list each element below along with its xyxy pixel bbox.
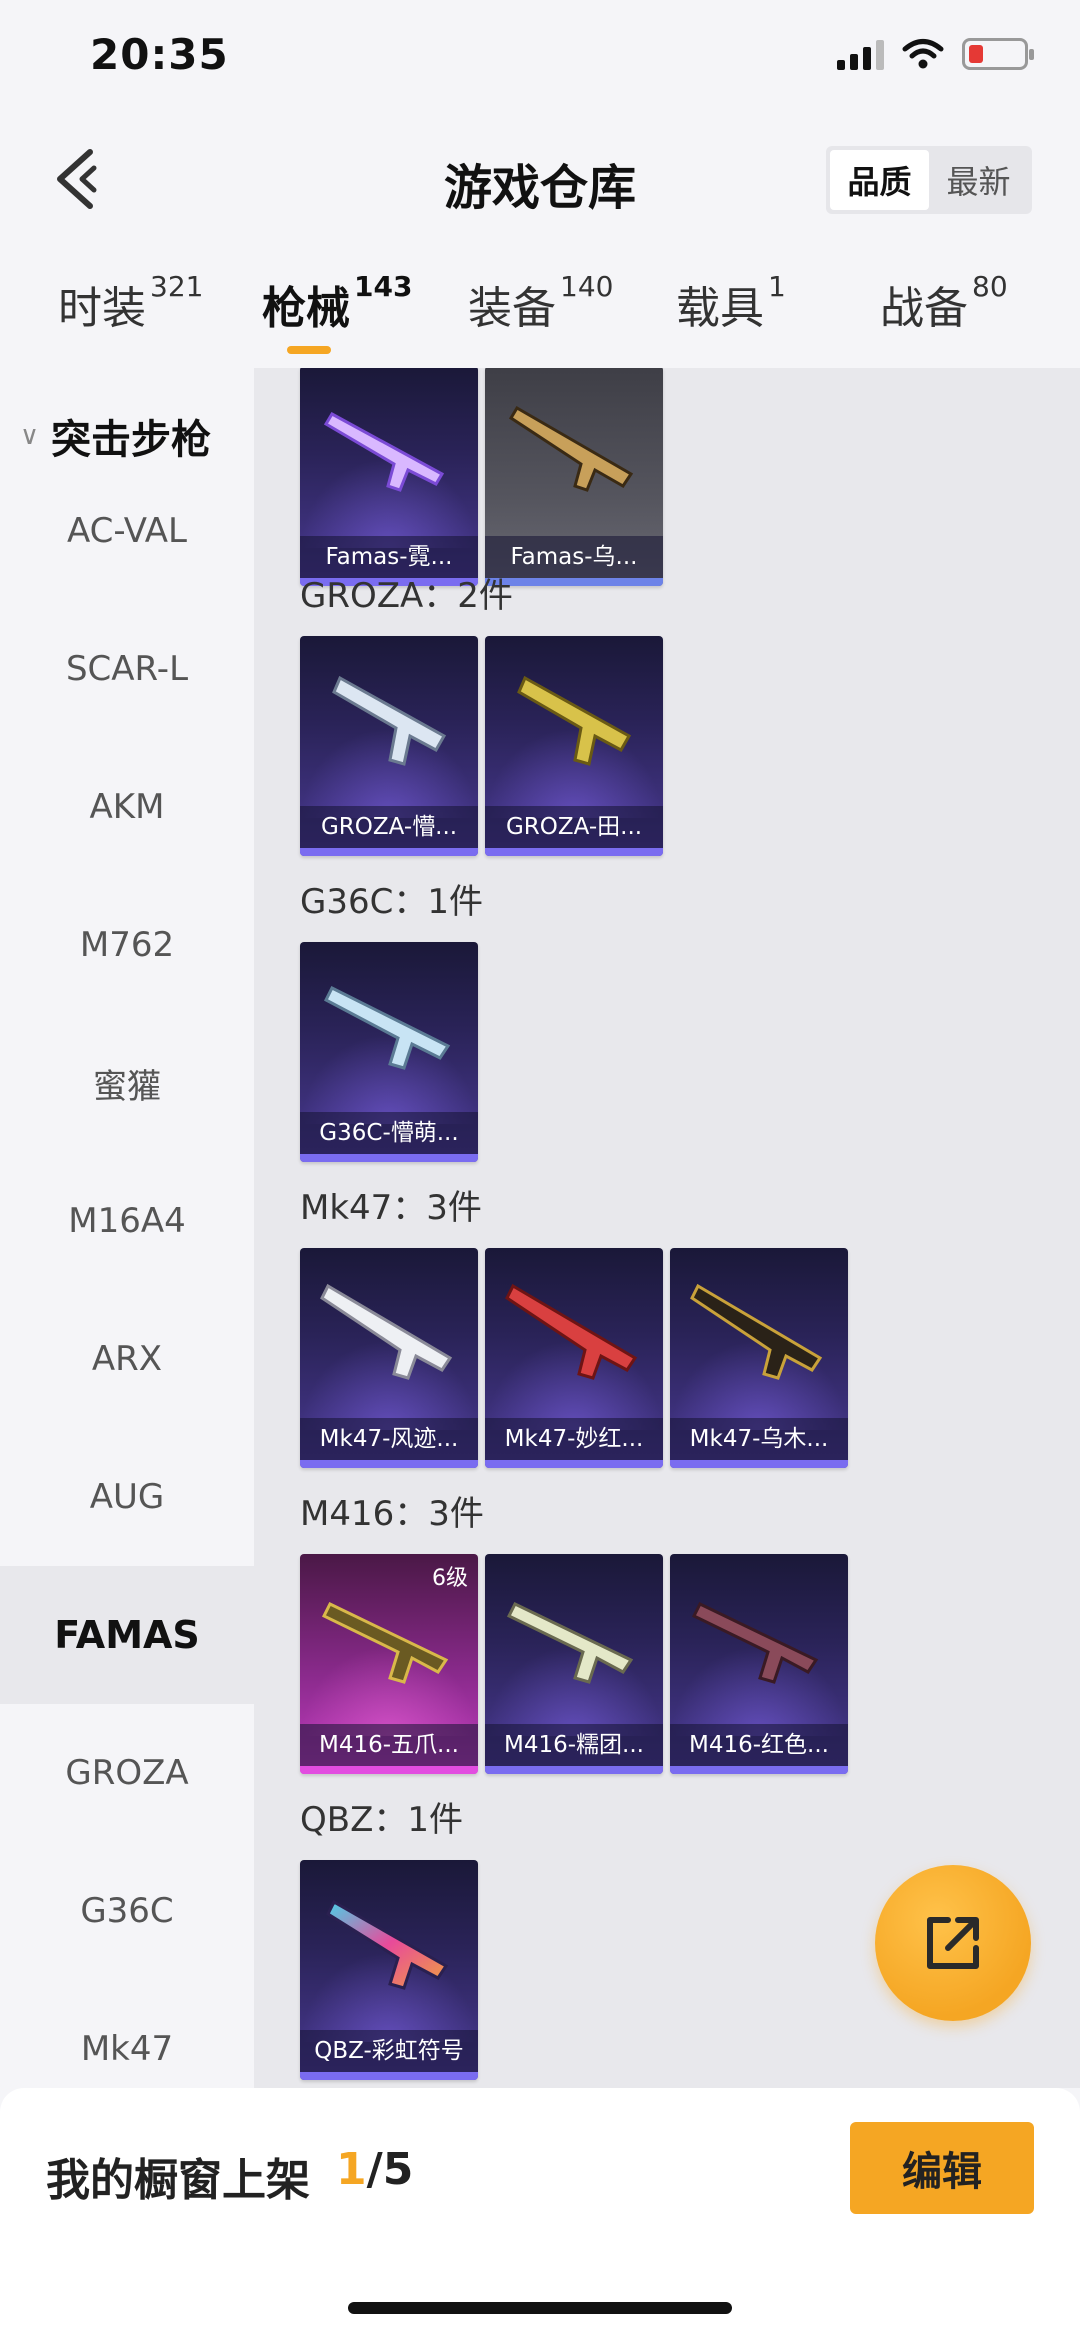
tab-count: 140 — [560, 270, 614, 303]
battery-icon — [962, 38, 1034, 70]
signal-icon — [837, 38, 884, 70]
rifle-icon — [326, 1899, 449, 1990]
status-icons — [837, 38, 1034, 70]
sidebar-item-arx[interactable]: ARX — [0, 1290, 254, 1428]
weapon-name: GROZA-田... — [485, 806, 663, 848]
sidebar-item-famas[interactable]: FAMAS — [0, 1566, 254, 1704]
rifle-icon — [505, 1283, 638, 1380]
sort-newest-button[interactable]: 最新 — [929, 150, 1028, 210]
sidebar-group-label: 突击步枪 — [51, 417, 212, 463]
tab-label: 载具 — [676, 283, 764, 334]
tab-label: 装备 — [468, 283, 556, 334]
section-title-g36c: G36C：1件 — [300, 882, 483, 922]
tab-gear[interactable]: 战备 80 — [880, 270, 1008, 336]
sidebar-item-groza[interactable]: GROZA — [0, 1704, 254, 1842]
external-link-icon — [927, 1917, 979, 1969]
rifle-icon — [332, 675, 447, 766]
weapon-card[interactable]: Mk47-乌木... — [670, 1248, 848, 1468]
tab-count: 1 — [768, 270, 786, 303]
home-indicator[interactable] — [348, 2302, 732, 2314]
section-title-qbz: QBZ：1件 — [300, 1800, 464, 1840]
header: 游戏仓库 品质 最新 — [0, 120, 1080, 240]
sidebar-item-honey-badger[interactable]: 蜜獾 — [0, 1014, 254, 1152]
rifle-icon — [508, 405, 634, 492]
rifle-icon — [320, 1283, 453, 1380]
tab-guns[interactable]: 枪械 143 — [262, 270, 413, 336]
section-title-groza: GROZA：2件 — [300, 576, 513, 616]
weapon-list: Famas-霓... Famas-乌... GROZA：2件 GROZA-懵..… — [254, 368, 1080, 2088]
weapon-card[interactable]: Mk47-妙红... — [485, 1248, 663, 1468]
tab-count: 321 — [150, 270, 204, 303]
sort-toggle: 品质 最新 — [826, 146, 1032, 214]
weapon-name: QBZ-彩虹符号 — [300, 2030, 478, 2072]
showcase-total: /5 — [366, 2144, 414, 2195]
tab-count: 143 — [354, 270, 413, 303]
sidebar-item-mk47[interactable]: Mk47 — [0, 1980, 254, 2088]
weapon-card[interactable]: M416-红色... — [670, 1554, 848, 1774]
weapon-card[interactable]: Mk47-风迹... — [300, 1248, 478, 1468]
rifle-icon — [321, 1602, 449, 1684]
status-time: 20:35 — [90, 30, 229, 79]
tab-count: 80 — [972, 270, 1008, 303]
weapon-name: GROZA-懵... — [300, 806, 478, 848]
back-chevron-icon[interactable] — [50, 146, 110, 212]
weapon-name: M416-五爪... — [300, 1724, 478, 1766]
category-tabs: 时装 321 枪械 143 装备 140 载具 1 战备 80 — [0, 250, 1080, 368]
tab-label: 战备 — [880, 283, 968, 334]
rifle-icon — [324, 985, 451, 1070]
weapon-card[interactable]: 6级 M416-五爪... — [300, 1554, 478, 1774]
sidebar-item-ac-val[interactable]: AC-VAL — [0, 462, 254, 600]
sidebar-item-g36c[interactable]: G36C — [0, 1842, 254, 1980]
status-bar: 20:35 — [0, 0, 1080, 120]
tab-equipment[interactable]: 装备 140 — [468, 270, 614, 336]
rifle-icon — [506, 1602, 634, 1684]
rifle-icon — [690, 1283, 823, 1380]
weapon-type-sidebar: ∨ 突击步枪 AC-VAL SCAR-L AKM M762 蜜獾 M16A4 A… — [0, 368, 254, 2088]
chevron-down-icon: ∨ — [20, 421, 40, 451]
share-fab-button[interactable] — [875, 1865, 1031, 2021]
sidebar-item-aug[interactable]: AUG — [0, 1428, 254, 1566]
edit-button[interactable]: 编辑 — [850, 2122, 1034, 2214]
weapon-card[interactable]: G36C-懵萌... — [300, 942, 478, 1162]
sidebar-item-m762[interactable]: M762 — [0, 876, 254, 1014]
sort-quality-button[interactable]: 品质 — [830, 150, 929, 210]
weapon-name: M416-红色... — [670, 1724, 848, 1766]
weapon-card[interactable]: QBZ-彩虹符号 — [300, 1860, 478, 2080]
sidebar-item-scar-l[interactable]: SCAR-L — [0, 600, 254, 738]
tab-fashion[interactable]: 时装 321 — [58, 270, 204, 336]
weapon-name: M416-糯团... — [485, 1724, 663, 1766]
tab-label: 时装 — [58, 283, 146, 334]
section-title-m416: M416：3件 — [300, 1494, 484, 1534]
weapon-card[interactable]: GROZA-懵... — [300, 636, 478, 856]
showcase-bar: 我的橱窗上架 1/5 编辑 — [0, 2088, 1080, 2339]
tab-label: 枪械 — [262, 283, 350, 334]
weapon-card[interactable]: GROZA-田... — [485, 636, 663, 856]
weapon-name: G36C-懵萌... — [300, 1112, 478, 1154]
showcase-count: 1/5 — [336, 2144, 413, 2195]
active-tab-indicator — [287, 346, 331, 354]
tab-vehicles[interactable]: 载具 1 — [676, 270, 786, 336]
rifle-icon — [517, 675, 632, 766]
weapon-card[interactable]: M416-糯团... — [485, 1554, 663, 1774]
sidebar-item-m16a4[interactable]: M16A4 — [0, 1152, 254, 1290]
weapon-name: Mk47-乌木... — [670, 1418, 848, 1460]
section-title-mk47: Mk47：3件 — [300, 1188, 482, 1228]
rifle-icon — [691, 1602, 819, 1684]
showcase-label: 我的橱窗上架 — [46, 2155, 310, 2206]
rifle-icon — [323, 411, 445, 492]
wifi-icon — [902, 39, 944, 69]
weapon-card[interactable]: Famas-乌... — [485, 368, 663, 586]
weapon-card[interactable]: Famas-霓... — [300, 368, 478, 586]
weapon-name: Mk47-妙红... — [485, 1418, 663, 1460]
sidebar-item-akm[interactable]: AKM — [0, 738, 254, 876]
weapon-name: Mk47-风迹... — [300, 1418, 478, 1460]
showcase-current: 1 — [336, 2144, 367, 2195]
